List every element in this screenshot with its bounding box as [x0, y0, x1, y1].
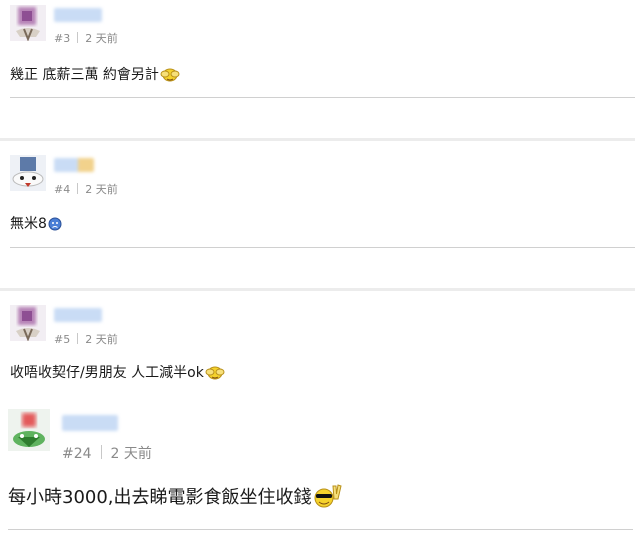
post-content: 無米8 [10, 213, 62, 235]
post-time: 2 天前 [110, 446, 152, 462]
meta-separator [100, 445, 102, 459]
post-divider [8, 529, 633, 530]
username[interactable] [62, 415, 118, 431]
post-meta: #24 2 天前 [62, 443, 152, 463]
meta-separator [77, 183, 79, 194]
reply-post: #5 2 天前 收唔收契仔/男朋友 人工減半ok [0, 291, 635, 403]
post-content: 幾正 底薪三萬 約會另計 [10, 64, 180, 86]
post-time: 2 天前 [85, 333, 118, 346]
cool-victory-emoji [313, 483, 343, 514]
sad-face-emoji [48, 217, 62, 235]
meta-separator [77, 32, 79, 43]
hands-over-face-emoji [160, 66, 180, 86]
post-meta: #4 2 天前 [54, 181, 118, 197]
avatar-image [10, 155, 46, 191]
avatar-image [10, 305, 46, 341]
reply-post: #4 2 天前 無米8 [0, 141, 635, 291]
post-time: 2 天前 [85, 183, 118, 196]
avatar-image [8, 409, 50, 451]
meta-separator [77, 333, 79, 344]
reply-post: #24 2 天前 每小時3000,出去睇電影食飯坐住收錢 [0, 403, 635, 558]
post-time: 2 天前 [85, 32, 118, 45]
avatar[interactable] [10, 5, 46, 41]
username[interactable] [54, 8, 102, 22]
floor-number: #5 [54, 333, 71, 346]
floor-number: #3 [54, 32, 71, 45]
post-divider [10, 97, 635, 98]
hands-over-face-emoji [205, 364, 225, 384]
post-meta: #3 2 天前 [54, 30, 118, 46]
post-content-text: 幾正 底薪三萬 約會另計 [10, 67, 159, 83]
post-content: 每小時3000,出去睇電影食飯坐住收錢 [8, 483, 343, 514]
avatar[interactable] [8, 409, 50, 451]
avatar[interactable] [10, 305, 46, 341]
reply-post: #3 2 天前 幾正 底薪三萬 約會另計 [0, 0, 635, 141]
username[interactable] [54, 308, 102, 322]
post-content: 收唔收契仔/男朋友 人工減半ok [10, 362, 225, 384]
post-divider [10, 247, 635, 248]
post-content-text: 收唔收契仔/男朋友 人工減半ok [10, 365, 204, 381]
post-content-text: 無米8 [10, 216, 47, 232]
username[interactable] [54, 158, 94, 172]
post-content-text: 每小時3000,出去睇電影食飯坐住收錢 [8, 487, 312, 508]
avatar-image [10, 5, 46, 41]
floor-number: #24 [62, 446, 92, 462]
post-meta: #5 2 天前 [54, 331, 118, 347]
floor-number: #4 [54, 183, 71, 196]
avatar[interactable] [10, 155, 46, 191]
